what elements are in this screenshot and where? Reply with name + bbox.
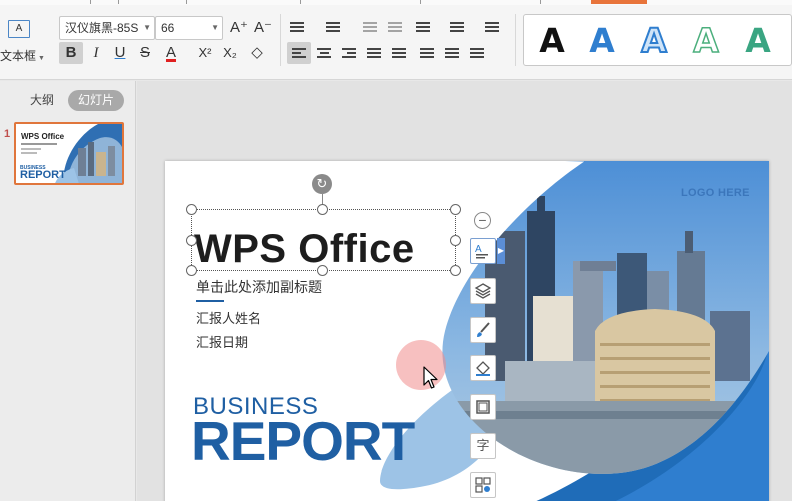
ribbon-toolbar: A 文本框 ▼ 汉仪旗黑-85S ▼ 66 ▼ A⁺ A⁻ B I U S A X… — [0, 0, 792, 80]
wordart-style-4[interactable]: A — [686, 22, 726, 60]
font-color-button[interactable]: A — [160, 42, 182, 64]
paragraph-spacing-icon[interactable] — [445, 48, 459, 60]
paragraph-settings-icon[interactable] — [470, 48, 484, 60]
font-family-select[interactable]: 汉仪旗黑-85S ▼ — [59, 16, 155, 40]
mouse-cursor-icon — [423, 366, 438, 389]
superscript-button[interactable]: X² — [194, 42, 216, 64]
align-right-icon[interactable] — [342, 48, 356, 60]
resize-handle[interactable] — [186, 265, 197, 276]
textbox-button[interactable]: A 文本框 ▼ — [0, 16, 48, 66]
text-style-icon[interactable]: A — [470, 238, 496, 264]
wordart-style-3[interactable]: A — [634, 22, 674, 60]
resize-handle[interactable] — [450, 204, 461, 215]
textbox-icon: A — [8, 20, 30, 38]
align-center-icon[interactable] — [317, 48, 331, 60]
slide-thumbnail-1[interactable]: WPS Office BUSINESS REPORT — [14, 122, 124, 185]
align-left-icon — [292, 48, 306, 60]
ribbon-top-strip — [0, 0, 792, 5]
wordart-style-2[interactable]: A — [582, 23, 622, 59]
distribute-icon[interactable] — [392, 48, 406, 60]
bullet-list-icon[interactable] — [290, 22, 304, 34]
reporter-name[interactable]: 汇报人姓名 — [196, 308, 261, 327]
slide-canvas: LOGO HERE WPS Office 单击此处添加副标题 汇报人姓名 汇报日… — [137, 81, 792, 501]
thumbnail-report: REPORT — [20, 169, 66, 181]
underline-button[interactable]: U — [109, 42, 131, 64]
resize-handle[interactable] — [186, 204, 197, 215]
strikethrough-button[interactable]: S — [134, 42, 156, 64]
fill-icon[interactable] — [470, 355, 496, 381]
logo-placeholder: LOGO HERE — [681, 187, 750, 199]
chevron-down-icon: ▼ — [143, 23, 151, 32]
svg-text:A: A — [475, 244, 482, 255]
slide-navigation-pane: 大纲 幻灯片 1 WPS Office BUSINESS REPORT — [0, 81, 136, 501]
resize-handle[interactable] — [450, 265, 461, 276]
font-size-value: 66 — [161, 21, 175, 35]
decrease-indent-icon[interactable] — [363, 22, 377, 34]
tab-outline[interactable]: 大纲 — [24, 90, 60, 111]
subscript-button[interactable]: X₂ — [219, 42, 241, 64]
align-text-icon[interactable] — [450, 22, 464, 34]
brush-icon[interactable] — [470, 317, 496, 343]
wordart-style-5[interactable]: A — [738, 23, 778, 59]
chevron-down-icon: ▼ — [38, 55, 45, 62]
font-icon[interactable]: 字 — [470, 433, 496, 459]
italic-button[interactable]: I — [85, 42, 107, 64]
numbered-list-icon[interactable] — [326, 22, 340, 34]
tab-slides[interactable]: 幻灯片 — [68, 90, 124, 111]
resize-handle[interactable] — [186, 235, 197, 246]
text-direction-icon[interactable] — [416, 22, 430, 34]
slide-number: 1 — [4, 128, 11, 140]
report-date[interactable]: 汇报日期 — [196, 332, 248, 351]
shrink-font-button[interactable]: A⁻ — [252, 17, 274, 39]
text-spacing-icon[interactable] — [485, 22, 499, 34]
title-selection-box[interactable] — [191, 209, 456, 271]
font-size-select[interactable]: 66 ▼ — [155, 16, 223, 40]
resize-handle[interactable] — [317, 265, 328, 276]
collapse-toolbar-icon[interactable]: − — [474, 212, 491, 229]
increase-indent-icon[interactable] — [388, 22, 402, 34]
rotate-handle-icon[interactable]: ↻ — [312, 174, 332, 194]
textbox-label: 文本框 — [0, 49, 37, 63]
thumbnail-title: WPS Office — [21, 132, 65, 141]
wordart-style-gallery: A A A A A — [523, 14, 792, 66]
expand-arrow-icon[interactable]: ▶ — [497, 238, 505, 264]
font-family-value: 汉仪旗黑-85S — [65, 21, 139, 35]
chevron-down-icon: ▼ — [211, 23, 219, 32]
resize-handle[interactable] — [450, 235, 461, 246]
wordart-style-1[interactable]: A — [532, 23, 572, 59]
border-icon[interactable] — [470, 394, 496, 420]
ribbon-divider — [515, 14, 516, 66]
justify-icon[interactable] — [367, 48, 381, 60]
line-spacing-icon[interactable] — [420, 48, 434, 60]
subtitle-placeholder[interactable]: 单击此处添加副标题 — [196, 277, 322, 297]
report-heading[interactable]: REPORT — [191, 409, 415, 473]
layers-icon[interactable] — [470, 278, 496, 304]
subtitle-underline — [196, 300, 224, 302]
active-tab-marker — [591, 0, 647, 4]
effects-icon[interactable] — [470, 472, 496, 498]
resize-handle[interactable] — [317, 204, 328, 215]
bold-button[interactable]: B — [59, 42, 83, 64]
clear-format-button[interactable]: ◇ — [246, 42, 268, 64]
ribbon-divider — [280, 14, 281, 66]
grow-font-button[interactable]: A⁺ — [228, 17, 250, 39]
